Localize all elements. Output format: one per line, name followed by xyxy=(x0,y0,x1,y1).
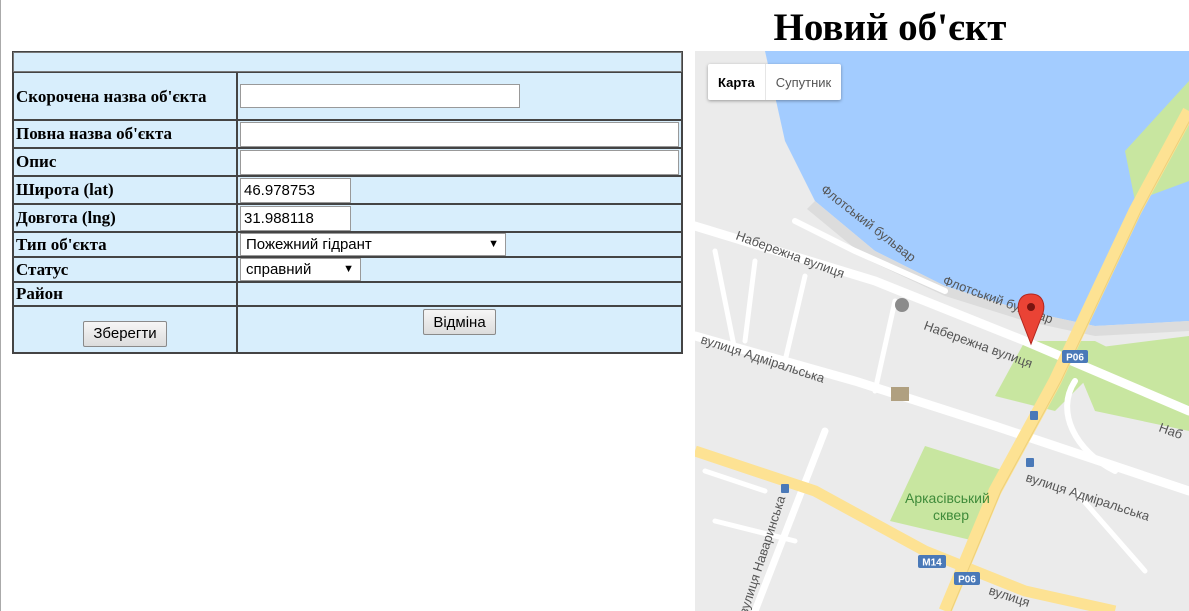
status-select[interactable]: справний ▼ xyxy=(240,258,361,281)
bus-stop-icon[interactable] xyxy=(781,484,789,493)
cell-status: справний ▼ xyxy=(237,257,682,282)
row-actions: Зберегти Відміна xyxy=(13,306,682,353)
map[interactable]: Флотський бульвар Флотський бульвар Набе… xyxy=(695,51,1189,611)
label-full-name: Повна назва об'єкта xyxy=(13,120,237,148)
cell-full-name xyxy=(237,120,682,148)
bus-stop-icon[interactable] xyxy=(1030,411,1038,420)
cell-cancel: Відміна xyxy=(237,306,682,353)
type-select-value: Пожежний гідрант xyxy=(246,236,372,253)
maptype-satellite-button[interactable]: Супутник xyxy=(764,64,842,100)
shield-m14-text: M14 xyxy=(922,558,942,569)
cell-lat xyxy=(237,176,682,204)
shield-m14: M14 xyxy=(918,555,946,569)
label-lng: Довгота (lng) xyxy=(13,204,237,232)
type-select[interactable]: Пожежний гідрант ▼ xyxy=(240,233,506,256)
poi-building-icon[interactable] xyxy=(891,387,909,401)
cell-description xyxy=(237,148,682,176)
cell-district xyxy=(237,282,682,306)
label-district: Район xyxy=(13,282,237,306)
label-admiralska-1: вулиця Адміральська xyxy=(699,332,827,386)
row-lng: Довгота (lng) xyxy=(13,204,682,232)
street-small-4 xyxy=(872,298,898,394)
label-short-name: Скорочена назва об'єкта xyxy=(13,72,237,120)
label-type: Тип об'єкта xyxy=(13,232,237,257)
label-lat: Широта (lat) xyxy=(13,176,237,204)
shield-p06-b-text: P06 xyxy=(958,575,976,586)
cell-save: Зберегти xyxy=(13,306,237,353)
description-input[interactable] xyxy=(240,149,679,175)
cell-lng xyxy=(237,204,682,232)
object-form: Скорочена назва об'єкта Повна назва об'є… xyxy=(12,51,683,354)
save-button[interactable]: Зберегти xyxy=(83,320,167,347)
bus-stop-icon[interactable] xyxy=(1026,458,1034,467)
row-lat: Широта (lat) xyxy=(13,176,682,204)
short-name-input[interactable] xyxy=(240,84,520,108)
shield-p06-b: P06 xyxy=(954,572,980,586)
cancel-button[interactable]: Відміна xyxy=(423,309,496,335)
label-admiralska-2: вулиця Адміральська xyxy=(1024,470,1152,524)
maptype-map-button[interactable]: Карта xyxy=(708,64,765,100)
label-status: Статус xyxy=(13,257,237,282)
status-select-value: справний xyxy=(246,261,312,278)
street-small-2 xyxy=(742,258,758,344)
lng-input[interactable] xyxy=(240,205,351,231)
label-park-2: сквер xyxy=(933,507,969,523)
left-border xyxy=(0,0,1,611)
row-type: Тип об'єкта Пожежний гідрант ▼ xyxy=(13,232,682,257)
form-header-row xyxy=(13,52,682,72)
row-district: Район xyxy=(13,282,682,306)
row-status: Статус справний ▼ xyxy=(13,257,682,282)
dropdown-arrow-icon: ▼ xyxy=(488,238,499,250)
map-canvas[interactable]: Флотський бульвар Флотський бульвар Набе… xyxy=(695,51,1189,611)
label-park-1: Аркасівський xyxy=(905,490,990,506)
row-description: Опис xyxy=(13,148,682,176)
shield-p06-a: P06 xyxy=(1062,350,1088,364)
form-header xyxy=(13,52,682,72)
row-short-name: Скорочена назва об'єкта xyxy=(13,72,682,120)
label-description: Опис xyxy=(13,148,237,176)
poi-museum-icon[interactable] xyxy=(895,298,909,312)
cell-type: Пожежний гідрант ▼ xyxy=(237,232,682,257)
lat-input[interactable] xyxy=(240,177,351,203)
cell-short-name xyxy=(237,72,682,120)
full-name-input[interactable] xyxy=(240,121,679,147)
street-small-3 xyxy=(782,273,808,364)
row-full-name: Повна назва об'єкта xyxy=(13,120,682,148)
page-title: Новий об'єкт xyxy=(773,6,1007,49)
shield-p06-a-text: P06 xyxy=(1066,353,1084,364)
dropdown-arrow-icon: ▼ xyxy=(343,263,354,275)
map-type-control: Карта Супутник xyxy=(708,64,842,100)
